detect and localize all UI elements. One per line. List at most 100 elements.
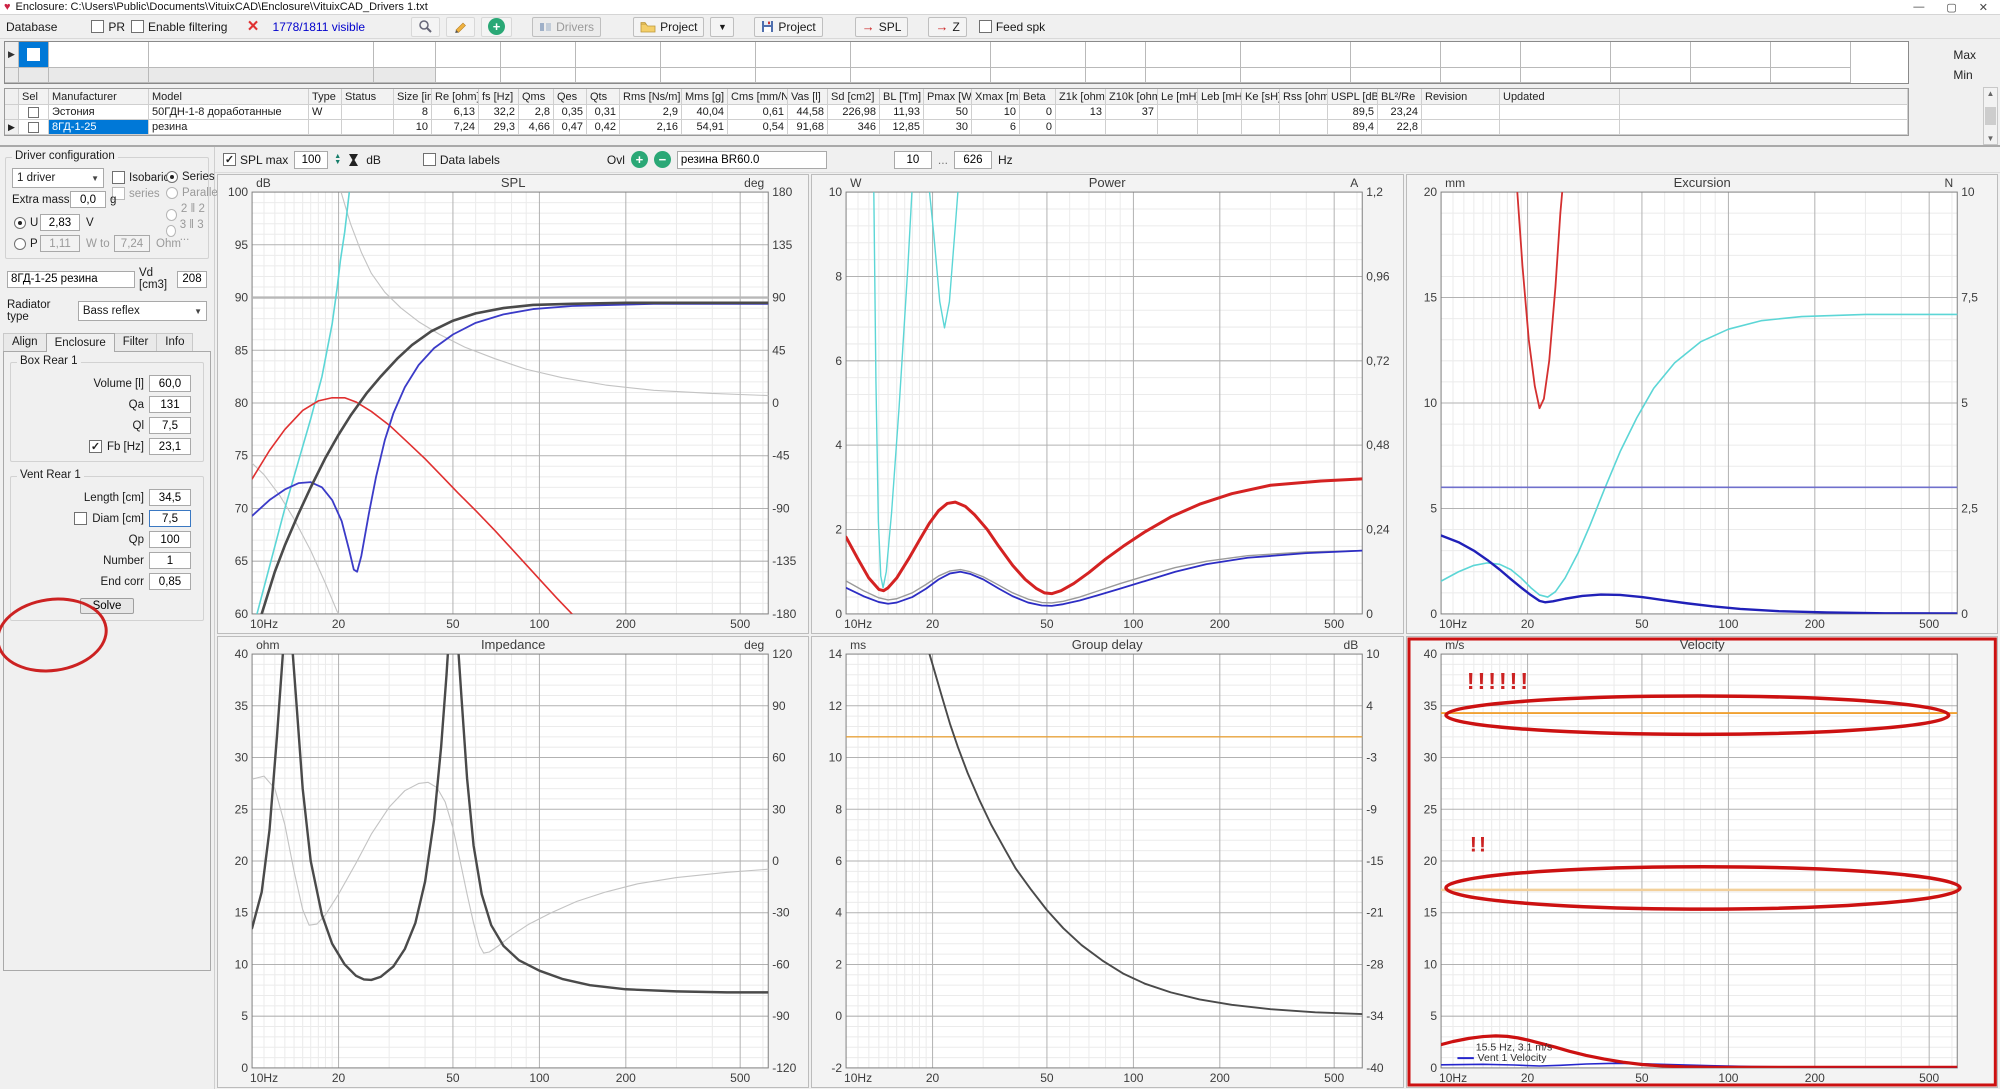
- tab-filter[interactable]: Filter: [114, 333, 158, 352]
- table-cell[interactable]: 226,98: [828, 105, 880, 120]
- table-cell[interactable]: 50ГДН-1-8 доработанные: [149, 105, 309, 120]
- filter-cell[interactable]: [756, 42, 851, 68]
- table-cell[interactable]: 0: [1020, 105, 1056, 120]
- export-spl-button[interactable]: →SPL: [855, 17, 909, 37]
- table-cell[interactable]: 2,16: [620, 120, 682, 135]
- column-header[interactable]: USPL [dB]: [1328, 89, 1378, 105]
- column-header[interactable]: Le [mH]: [1158, 89, 1198, 105]
- table-cell[interactable]: 29,3: [479, 120, 519, 135]
- filter-cell[interactable]: [851, 68, 991, 83]
- table-cell[interactable]: 91,68: [788, 120, 828, 135]
- column-header[interactable]: Re [ohm]: [432, 89, 479, 105]
- filter-cell[interactable]: ▶: [5, 42, 19, 68]
- column-header[interactable]: Qms: [519, 89, 554, 105]
- filter-cell[interactable]: [1146, 42, 1241, 68]
- extra-mass-input[interactable]: [70, 191, 106, 208]
- table-cell[interactable]: [342, 120, 394, 135]
- column-header[interactable]: Leb [mH]: [1198, 89, 1242, 105]
- table-cell[interactable]: Эстония: [49, 105, 149, 120]
- vent-number-input[interactable]: [149, 552, 191, 569]
- table-cell[interactable]: 8: [394, 105, 432, 120]
- column-header[interactable]: Mms [g]: [682, 89, 728, 105]
- minimize-button[interactable]: —: [1913, 1, 1924, 14]
- table-cell[interactable]: 30: [924, 120, 972, 135]
- table-cell[interactable]: 13: [1056, 105, 1106, 120]
- table-cell[interactable]: 11,93: [880, 105, 924, 120]
- column-header[interactable]: Qts: [587, 89, 620, 105]
- vd-input[interactable]: [177, 271, 207, 288]
- table-cell[interactable]: 346: [828, 120, 880, 135]
- table-cell[interactable]: 12,85: [880, 120, 924, 135]
- table-cell[interactable]: [1500, 120, 1620, 135]
- overlay-remove-button[interactable]: −: [654, 151, 671, 168]
- feed-spk-checkbox[interactable]: Feed spk: [979, 20, 1045, 34]
- table-cell[interactable]: [1158, 120, 1198, 135]
- diam-checkbox[interactable]: [74, 512, 87, 525]
- column-header[interactable]: Rms [Ns/m]: [620, 89, 682, 105]
- table-cell[interactable]: 2,9: [620, 105, 682, 120]
- volume-input[interactable]: [149, 375, 191, 392]
- table-cell[interactable]: 22,8: [1378, 120, 1422, 135]
- table-cell[interactable]: 50: [924, 105, 972, 120]
- fb-input[interactable]: [149, 438, 191, 455]
- scroll-thumb[interactable]: [1985, 107, 1996, 125]
- column-header[interactable]: Sel: [19, 89, 49, 105]
- table-cell[interactable]: 6: [972, 120, 1020, 135]
- filter-cell[interactable]: [19, 42, 49, 68]
- filter-cell[interactable]: [149, 42, 374, 68]
- column-header[interactable]: Rss [ohm]: [1280, 89, 1328, 105]
- table-cell[interactable]: 23,24: [1378, 105, 1422, 120]
- sel-checkbox-cell[interactable]: [19, 120, 49, 135]
- row-marker-header[interactable]: [5, 89, 19, 105]
- column-header[interactable]: Vas [l]: [788, 89, 828, 105]
- column-header[interactable]: Status: [342, 89, 394, 105]
- filter-cell[interactable]: [1611, 68, 1691, 83]
- qa-input[interactable]: [149, 396, 191, 413]
- column-header[interactable]: Beta: [1020, 89, 1056, 105]
- filter-cell[interactable]: [49, 42, 149, 68]
- table-cell[interactable]: [1056, 120, 1106, 135]
- enable-filtering-checkbox[interactable]: Enable filtering: [131, 20, 227, 34]
- filter-cell[interactable]: [1611, 42, 1691, 68]
- filter-cell[interactable]: [49, 68, 149, 83]
- table-cell[interactable]: 0,42: [587, 120, 620, 135]
- table-cell[interactable]: [1198, 120, 1242, 135]
- table-row[interactable]: Эстония50ГДН-1-8 доработанныеW86,1332,22…: [5, 105, 1908, 120]
- filter-cell[interactable]: [374, 42, 436, 68]
- filter-cell[interactable]: [661, 68, 756, 83]
- table-cell[interactable]: резина: [149, 120, 309, 135]
- driver-name-input[interactable]: [7, 271, 135, 288]
- table-cell[interactable]: [1280, 105, 1328, 120]
- filter-cell[interactable]: [436, 68, 501, 83]
- filter-cell[interactable]: [1351, 68, 1441, 83]
- column-header[interactable]: Manufacturer: [49, 89, 149, 105]
- table-cell[interactable]: [1422, 120, 1500, 135]
- pr-checkbox-box[interactable]: [91, 20, 104, 33]
- column-header[interactable]: fs [Hz]: [479, 89, 519, 105]
- table-cell[interactable]: 0: [1020, 120, 1056, 135]
- column-header[interactable]: BL²/Re: [1378, 89, 1422, 105]
- column-header[interactable]: Revision: [1422, 89, 1500, 105]
- table-cell[interactable]: [1500, 105, 1620, 120]
- enable-filtering-box[interactable]: [131, 20, 144, 33]
- overlay-add-button[interactable]: +: [631, 151, 648, 168]
- fb-checkbox[interactable]: [89, 440, 102, 453]
- overlay-name-input[interactable]: [677, 151, 827, 169]
- filter-cell[interactable]: [1441, 42, 1521, 68]
- column-header[interactable]: Xmax [mm]: [972, 89, 1020, 105]
- filter-cell[interactable]: [661, 42, 756, 68]
- table-cell[interactable]: [1242, 105, 1280, 120]
- table-cell[interactable]: 8ГД-1-25: [49, 120, 149, 135]
- table-cell[interactable]: [1422, 105, 1500, 120]
- table-cell[interactable]: 89,4: [1328, 120, 1378, 135]
- filter-cell[interactable]: [991, 42, 1086, 68]
- table-cell[interactable]: 0,47: [554, 120, 587, 135]
- scroll-down-icon[interactable]: ▼: [1987, 134, 1995, 143]
- table-cell[interactable]: [1198, 105, 1242, 120]
- row-filler[interactable]: [1620, 120, 1908, 135]
- data-labels-checkbox[interactable]: Data labels: [423, 153, 500, 167]
- row-marker[interactable]: ▶: [5, 120, 19, 135]
- filter-cell[interactable]: [576, 42, 661, 68]
- project-open-dropdown[interactable]: ▼: [710, 17, 734, 37]
- filter-cell[interactable]: [436, 42, 501, 68]
